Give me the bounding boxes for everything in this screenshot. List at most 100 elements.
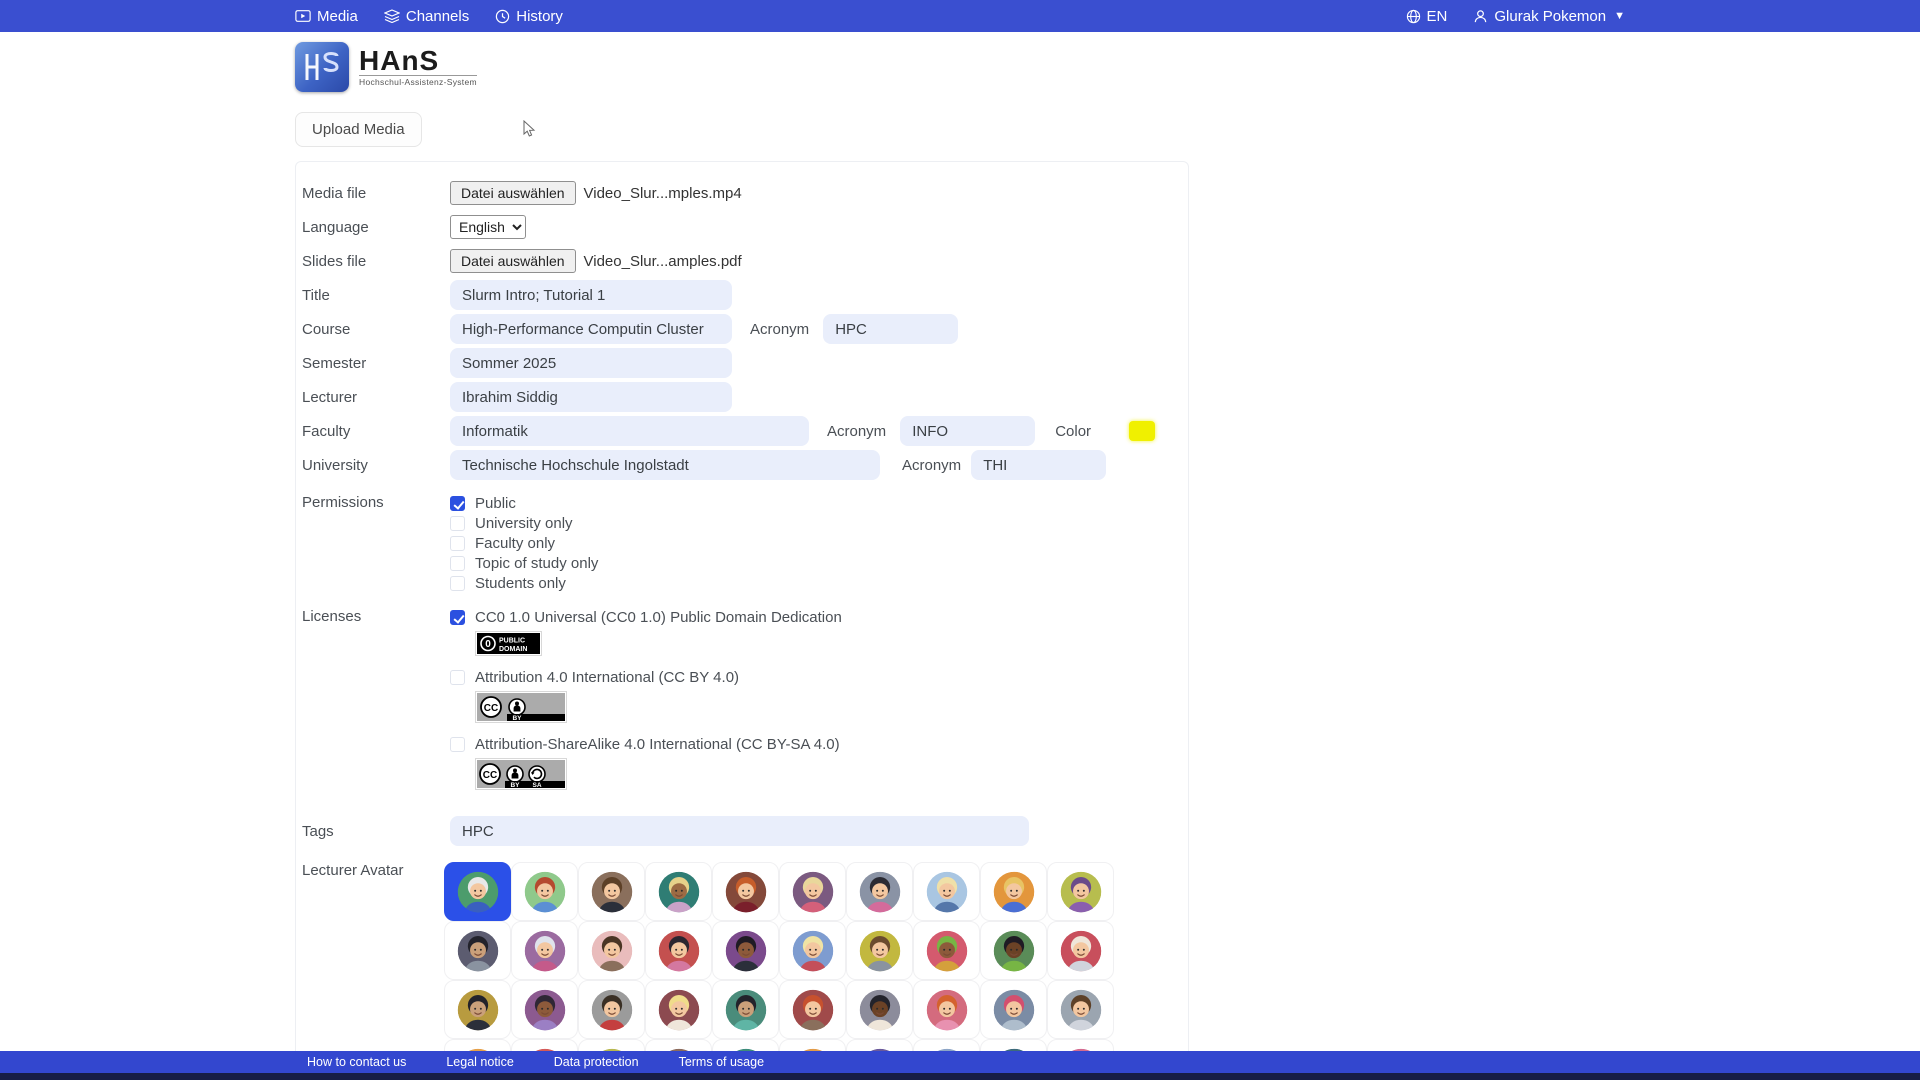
nav-item-history[interactable]: History <box>495 8 563 25</box>
permission-public-row: Public <box>450 494 598 513</box>
avatar-option-25[interactable] <box>712 980 779 1039</box>
title-row: Title <box>302 278 1188 312</box>
footer-link-legal-notice[interactable]: Legal notice <box>446 1055 513 1069</box>
media-file-name: Video_Slur...mples.mp4 <box>584 185 742 202</box>
permission-public-checkbox[interactable] <box>450 496 465 511</box>
avatar-option-4[interactable] <box>645 862 712 921</box>
license-cc-by-checkbox[interactable] <box>450 670 465 685</box>
avatar-option-19[interactable] <box>980 921 1047 980</box>
avatar-option-11[interactable] <box>444 921 511 980</box>
permission-topic-of-study-only-label[interactable]: Topic of study only <box>475 555 598 572</box>
avatar-option-6[interactable] <box>779 862 846 921</box>
nav-item-channels[interactable]: Channels <box>384 8 469 25</box>
licenses-label: Licenses <box>302 608 450 625</box>
license-cc-by-label[interactable]: Attribution 4.0 International (CC BY 4.0… <box>475 669 739 686</box>
user-name: Glurak Pokemon <box>1494 8 1606 25</box>
app-title: HAnS <box>359 47 477 75</box>
app-logo[interactable]: HAnS Hochschul-Assistenz-System <box>295 40 1625 94</box>
avatar-option-23[interactable] <box>578 980 645 1039</box>
avatar-option-12[interactable] <box>511 921 578 980</box>
user-menu[interactable]: Glurak Pokemon ▼ <box>1473 8 1625 25</box>
svg-text:PUBLIC: PUBLIC <box>499 638 525 645</box>
channels-icon <box>384 9 400 23</box>
avatar-option-5[interactable] <box>712 862 779 921</box>
footer-link-how-to-contact-us[interactable]: How to contact us <box>307 1055 406 1069</box>
cc-by-badge-icon: CC BY <box>475 691 567 723</box>
avatar-option-26[interactable] <box>779 980 846 1039</box>
permission-faculty-only-checkbox[interactable] <box>450 536 465 551</box>
slides-file-choose-button[interactable]: Datei auswählen <box>450 249 576 273</box>
avatar-option-18[interactable] <box>913 921 980 980</box>
avatar-option-2[interactable] <box>511 862 578 921</box>
footer-link-data-protection[interactable]: Data protection <box>554 1055 639 1069</box>
permission-faculty-only-label[interactable]: Faculty only <box>475 535 555 552</box>
language-select[interactable]: English <box>450 215 526 239</box>
avatar-option-30[interactable] <box>1047 980 1114 1039</box>
avatar-option-13[interactable] <box>578 921 645 980</box>
tags-label: Tags <box>302 823 450 840</box>
avatar-option-21[interactable] <box>444 980 511 1039</box>
license-cc0: CC0 1.0 Universal (CC0 1.0) Public Domai… <box>450 608 842 659</box>
course-acronym-input[interactable] <box>823 314 958 344</box>
avatar-option-10[interactable] <box>1047 862 1114 921</box>
permission-university-only-checkbox[interactable] <box>450 516 465 531</box>
avatar-option-20[interactable] <box>1047 921 1114 980</box>
faculty-acronym-input[interactable] <box>900 416 1035 446</box>
nav-item-media[interactable]: Media <box>295 8 358 25</box>
license-cc0-row: CC0 1.0 Universal (CC0 1.0) Public Domai… <box>450 608 842 627</box>
title-input[interactable] <box>450 280 732 310</box>
license-cc0-label[interactable]: CC0 1.0 Universal (CC0 1.0) Public Domai… <box>475 609 842 626</box>
tags-input[interactable] <box>450 816 1029 846</box>
language-switcher[interactable]: EN <box>1406 8 1448 25</box>
avatar-option-28[interactable] <box>913 980 980 1039</box>
semester-label: Semester <box>302 355 450 372</box>
avatar-option-15[interactable] <box>712 921 779 980</box>
avatar-option-24[interactable] <box>645 980 712 1039</box>
avatar-option-3[interactable] <box>578 862 645 921</box>
avatar-option-17[interactable] <box>846 921 913 980</box>
license-cc-by-sa-checkbox[interactable] <box>450 737 465 752</box>
permission-students-only-checkbox[interactable] <box>450 576 465 591</box>
faculty-row: Faculty Acronym Color <box>302 414 1188 448</box>
avatar-grid <box>444 862 1134 1080</box>
permission-topic-of-study-only-row: Topic of study only <box>450 554 598 573</box>
media-file-choose-button[interactable]: Datei auswählen <box>450 181 576 205</box>
lecturer-input[interactable] <box>450 382 732 412</box>
avatar-option-27[interactable] <box>846 980 913 1039</box>
course-row: Course Acronym <box>302 312 1188 346</box>
lecturer-avatar-row: Lecturer Avatar <box>302 856 1188 1080</box>
avatar-option-8[interactable] <box>913 862 980 921</box>
avatar-option-29[interactable] <box>980 980 1047 1039</box>
university-acronym-input[interactable] <box>971 450 1106 480</box>
faculty-input[interactable] <box>450 416 809 446</box>
avatar-option-1[interactable] <box>444 862 511 921</box>
navbar-main-menu: Media Channels History <box>295 8 563 25</box>
chevron-down-icon: ▼ <box>1614 10 1625 22</box>
permission-students-only-label[interactable]: Students only <box>475 575 566 592</box>
faculty-label: Faculty <box>302 423 450 440</box>
course-input[interactable] <box>450 314 732 344</box>
avatar-option-14[interactable] <box>645 921 712 980</box>
avatar-option-9[interactable] <box>980 862 1047 921</box>
svg-text:0: 0 <box>485 639 491 650</box>
avatar-option-22[interactable] <box>511 980 578 1039</box>
svg-text:BY: BY <box>510 782 520 788</box>
permission-topic-of-study-only-checkbox[interactable] <box>450 556 465 571</box>
university-acronym-label: Acronym <box>902 457 961 474</box>
university-input[interactable] <box>450 450 880 480</box>
language-label: Language <box>302 219 450 236</box>
top-navbar: Media Channels History EN Glurak Pokemon ▼ <box>0 0 1920 32</box>
license-cc-by-sa-label[interactable]: Attribution-ShareAlike 4.0 International… <box>475 736 840 753</box>
slides-file-row: Slides file Datei auswählen Video_Slur..… <box>302 244 1188 278</box>
permissions-list: Public University only Faculty only Topic o… <box>450 494 598 594</box>
permission-public-label[interactable]: Public <box>475 495 516 512</box>
footer-link-terms-of-usage[interactable]: Terms of usage <box>679 1055 764 1069</box>
license-cc0-checkbox[interactable] <box>450 610 465 625</box>
semester-input[interactable] <box>450 348 732 378</box>
faculty-color-swatch[interactable] <box>1129 421 1155 441</box>
history-icon <box>495 9 510 24</box>
avatar-option-16[interactable] <box>779 921 846 980</box>
permission-university-only-label[interactable]: University only <box>475 515 573 532</box>
avatar-option-7[interactable] <box>846 862 913 921</box>
tab-upload-media[interactable]: Upload Media <box>295 112 422 147</box>
